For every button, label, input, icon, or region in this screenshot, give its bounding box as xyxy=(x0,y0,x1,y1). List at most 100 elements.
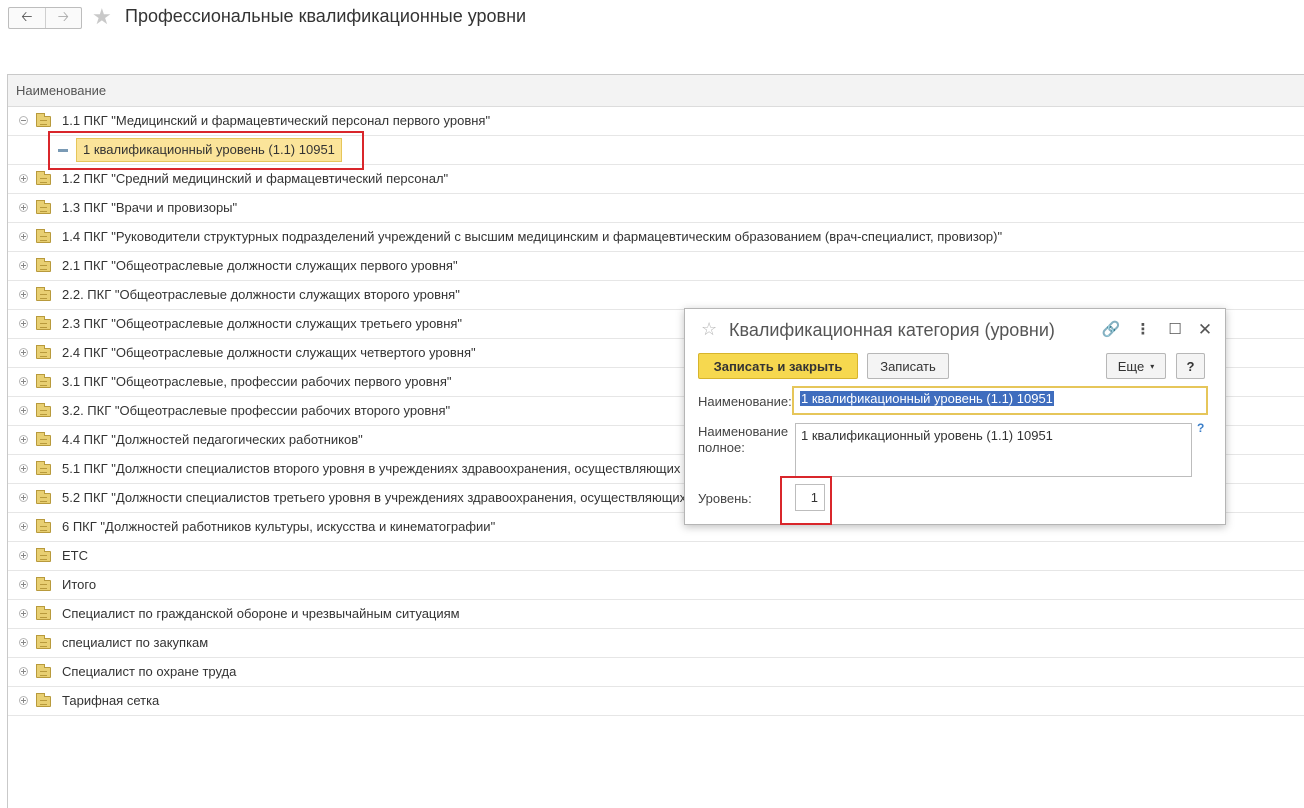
expand-icon[interactable] xyxy=(19,435,28,444)
help-button[interactable]: ? xyxy=(1176,353,1205,379)
folder-icon xyxy=(36,287,51,301)
folder-icon xyxy=(36,113,51,127)
folder-icon xyxy=(36,693,51,707)
folder-icon xyxy=(36,345,51,359)
arrow-right-icon: 🡢 xyxy=(57,8,69,24)
list-item-label: Тарифная сетка xyxy=(62,693,160,708)
maximize-icon[interactable]: ☐ xyxy=(1165,320,1185,338)
forward-button[interactable]: 🡢 xyxy=(44,8,82,28)
name-input[interactable]: 1 квалификационный уровень (1.1) 10951 xyxy=(792,386,1208,415)
full-name-textarea[interactable]: 1 квалификационный уровень (1.1) 10951 xyxy=(795,423,1192,477)
folder-icon xyxy=(36,548,51,562)
list-item[interactable]: ЕТС xyxy=(8,542,1304,571)
folder-icon xyxy=(36,171,51,185)
chevron-down-icon: ▾ xyxy=(1150,361,1155,371)
list-item-label: 4.4 ПКГ "Должностей педагогических работ… xyxy=(62,432,363,447)
item-dialog: ☆ Квалификационная категория (уровни) 🔗 … xyxy=(684,308,1226,525)
list-item-label: специалист по закупкам xyxy=(62,635,209,650)
more-label: Еще xyxy=(1117,358,1145,374)
expand-icon[interactable] xyxy=(19,377,28,386)
list-item-label: 3.1 ПКГ "Общеотраслевые, профессии рабоч… xyxy=(62,374,452,389)
more-actions-icon[interactable]: ⋮ xyxy=(1133,320,1153,338)
expand-icon[interactable] xyxy=(19,203,28,212)
expand-icon[interactable] xyxy=(19,319,28,328)
list-item[interactable]: 2.1 ПКГ "Общеотраслевые должности служащ… xyxy=(8,252,1304,281)
list-item-label: ЕТС xyxy=(62,548,88,563)
list-item[interactable]: 2.2. ПКГ "Общеотраслевые должности служа… xyxy=(8,281,1304,310)
more-menu-button[interactable]: Еще ▾ xyxy=(1106,353,1166,379)
list-item[interactable]: 1.3 ПКГ "Врачи и провизоры" xyxy=(8,194,1304,223)
full-name-help-icon[interactable]: ? xyxy=(1197,421,1204,435)
page-title: Профессиональные квалификационные уровни xyxy=(125,6,527,26)
expand-icon[interactable] xyxy=(19,261,28,270)
expand-icon[interactable] xyxy=(19,522,28,531)
expand-icon[interactable] xyxy=(19,551,28,560)
list-item-label: 2.2. ПКГ "Общеотраслевые должности служа… xyxy=(62,287,460,302)
expand-icon[interactable] xyxy=(19,493,28,502)
folder-icon xyxy=(36,606,51,620)
expand-icon[interactable] xyxy=(19,174,28,183)
list-item[interactable]: Итого xyxy=(8,571,1304,600)
expand-icon[interactable] xyxy=(19,406,28,415)
full-name-label-line2: полное: xyxy=(698,440,745,455)
name-label: Наименование: xyxy=(698,394,792,409)
expand-icon[interactable] xyxy=(19,232,28,241)
list-item-label: 2.1 ПКГ "Общеотраслевые должности служащ… xyxy=(62,258,458,273)
folder-icon xyxy=(36,577,51,591)
expand-icon[interactable] xyxy=(19,696,28,705)
list-item-label: Специалист по охране труда xyxy=(62,664,237,679)
expand-icon[interactable] xyxy=(19,667,28,676)
folder-icon xyxy=(36,635,51,649)
list-item-label: Итого xyxy=(62,577,97,592)
highlight-frame-selected-row xyxy=(48,131,364,170)
favorite-star-icon[interactable]: ★ xyxy=(92,5,112,29)
column-header-name[interactable]: Наименование xyxy=(8,75,1304,107)
folder-icon xyxy=(36,258,51,272)
list-item-label: 1.3 ПКГ "Врачи и провизоры" xyxy=(62,200,238,215)
folder-icon xyxy=(36,519,51,533)
folder-icon xyxy=(36,229,51,243)
list-item-label: 2.4 ПКГ "Общеотраслевые должности служащ… xyxy=(62,345,476,360)
full-name-label: Наименование полное: xyxy=(698,424,788,456)
name-value: 1 квалификационный уровень (1.1) 10951 xyxy=(800,391,1054,406)
arrow-left-icon: 🡠 xyxy=(21,8,33,24)
list-item[interactable]: Специалист по охране труда xyxy=(8,658,1304,687)
list-item-label: 5.1 ПКГ "Должности специалистов второго … xyxy=(62,461,681,476)
folder-icon xyxy=(36,664,51,678)
expand-icon[interactable] xyxy=(19,580,28,589)
folder-icon xyxy=(36,432,51,446)
full-name-label-line1: Наименование xyxy=(698,424,789,439)
expand-icon[interactable] xyxy=(19,609,28,618)
folder-icon xyxy=(36,461,51,475)
close-icon[interactable]: ✕ xyxy=(1195,320,1215,340)
list-item-label: 6 ПКГ "Должностей работников культуры, и… xyxy=(62,519,496,534)
save-button[interactable]: Записать xyxy=(867,353,949,379)
expand-icon[interactable] xyxy=(19,464,28,473)
nav-buttons: 🡠 🡢 xyxy=(8,7,82,29)
list-item-label: 5.2 ПКГ "Должности специалистов третьего… xyxy=(62,490,687,505)
back-button[interactable]: 🡠 xyxy=(9,8,45,28)
save-and-close-button[interactable]: Записать и закрыть xyxy=(698,353,858,379)
folder-icon xyxy=(36,490,51,504)
list-item[interactable]: Специалист по гражданской обороне и чрез… xyxy=(8,600,1304,629)
folder-icon xyxy=(36,374,51,388)
expand-icon[interactable] xyxy=(19,638,28,647)
level-label: Уровень: xyxy=(698,491,752,506)
list-item-label: 2.3 ПКГ "Общеотраслевые должности служащ… xyxy=(62,316,463,331)
link-icon[interactable]: 🔗 xyxy=(1101,320,1121,338)
highlight-frame-level xyxy=(780,476,832,525)
list-item[interactable]: Тарифная сетка xyxy=(8,687,1304,716)
dialog-favorite-icon[interactable]: ☆ xyxy=(701,319,717,340)
expand-icon[interactable] xyxy=(19,290,28,299)
list-item-label: 1.4 ПКГ "Руководители структурных подраз… xyxy=(62,229,1003,244)
folder-icon xyxy=(36,403,51,417)
list-item-label: 3.2. ПКГ "Общеотраслевые профессии рабоч… xyxy=(62,403,451,418)
folder-icon xyxy=(36,200,51,214)
list-item-label: Специалист по гражданской обороне и чрез… xyxy=(62,606,460,621)
dialog-title: Квалификационная категория (уровни) xyxy=(729,320,1055,340)
folder-icon xyxy=(36,316,51,330)
expand-icon[interactable] xyxy=(19,348,28,357)
list-item[interactable]: 1.4 ПКГ "Руководители структурных подраз… xyxy=(8,223,1304,252)
collapse-icon[interactable] xyxy=(19,116,28,125)
list-item[interactable]: специалист по закупкам xyxy=(8,629,1304,658)
